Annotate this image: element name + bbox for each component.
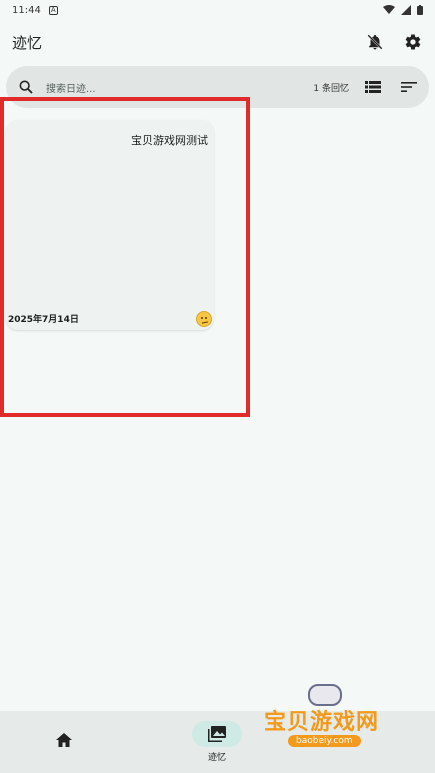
gear-icon[interactable] bbox=[403, 32, 423, 52]
search-input[interactable]: 搜索日迹... bbox=[46, 80, 96, 95]
list-view-icon[interactable] bbox=[365, 80, 381, 94]
nav-memory-label: 迹忆 bbox=[207, 753, 226, 763]
signal-icon bbox=[401, 5, 411, 15]
highlight-box bbox=[0, 97, 250, 417]
accessibility-icon: A bbox=[48, 5, 58, 15]
home-icon bbox=[56, 733, 72, 747]
watermark-logo: 宝贝游戏网 baobeiy.com bbox=[258, 680, 408, 752]
page-title: 迹忆 bbox=[12, 33, 43, 52]
search-actions bbox=[365, 80, 417, 94]
app-bar: 迹忆 bbox=[0, 24, 435, 60]
watermark-url: baobeiy.com bbox=[288, 735, 361, 747]
notifications-off-icon[interactable] bbox=[365, 32, 385, 52]
status-bar: 11:44 A bbox=[0, 0, 435, 20]
entry-count: 1 条回忆 bbox=[313, 83, 349, 94]
search-icon bbox=[19, 80, 33, 94]
gamepad-icon bbox=[308, 684, 342, 706]
app-bar-actions bbox=[365, 32, 423, 52]
photo-album-icon bbox=[208, 726, 226, 742]
nav-memory[interactable]: 迹忆 bbox=[192, 721, 242, 763]
watermark-text: 宝贝游戏网 bbox=[264, 710, 380, 735]
nav-home[interactable] bbox=[56, 733, 72, 747]
battery-icon bbox=[417, 5, 423, 15]
nav-memory-indicator bbox=[192, 721, 242, 747]
status-icons bbox=[383, 5, 423, 15]
wifi-icon bbox=[383, 5, 395, 14]
status-time: 11:44 bbox=[12, 4, 41, 16]
sort-icon[interactable] bbox=[401, 81, 417, 93]
